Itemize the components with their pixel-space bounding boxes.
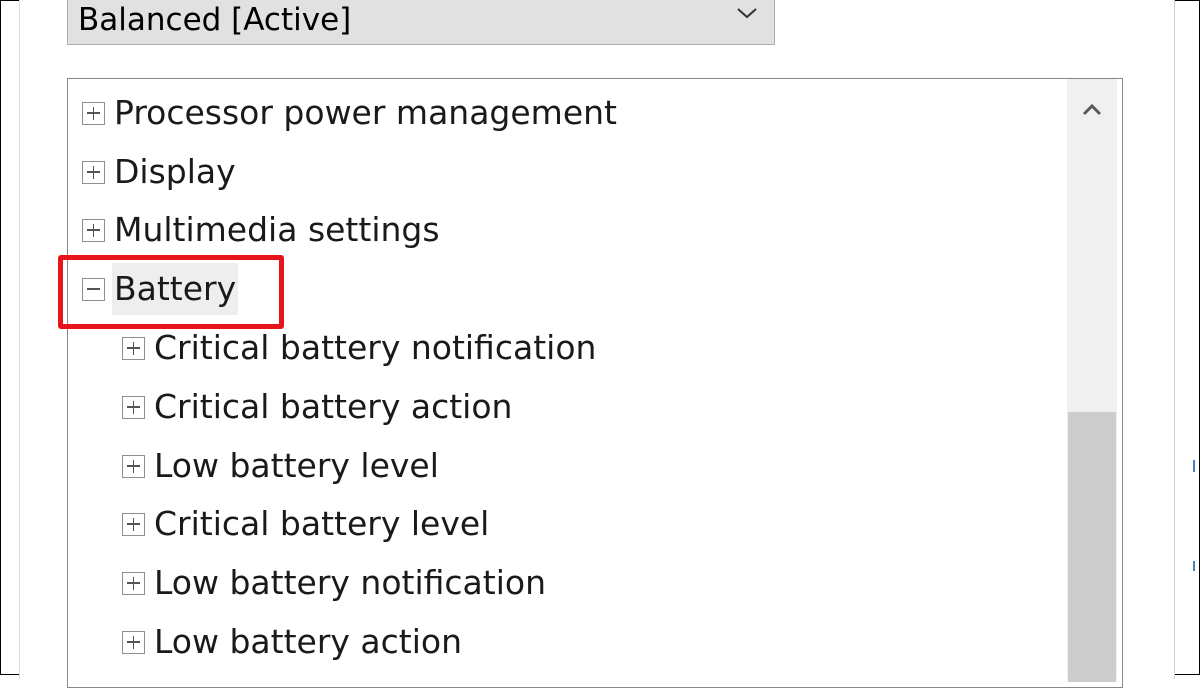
minus-box-icon[interactable]: [82, 277, 105, 301]
plus-box-icon[interactable]: [82, 101, 105, 125]
plus-box-icon[interactable]: [82, 160, 105, 184]
tree-item-label: Low battery action: [154, 622, 462, 661]
tree-item-label: Multimedia settings: [114, 210, 440, 249]
clipped-glyph: [1193, 561, 1195, 571]
plus-box-icon[interactable]: [122, 630, 145, 654]
tree-item-label: Processor power management: [114, 93, 617, 132]
screenshot-frame: Balanced [Active] Processor power manage…: [0, 0, 1200, 688]
tree-item-label: Low battery level: [154, 446, 439, 485]
tree-item-critical-battery-level[interactable]: Critical battery level: [122, 498, 491, 550]
chevron-up-icon: [1082, 103, 1102, 116]
plus-box-icon[interactable]: [122, 571, 145, 595]
tree-item-battery[interactable]: Battery: [82, 263, 239, 315]
tree-item-multimedia-settings[interactable]: Multimedia settings: [82, 204, 442, 256]
power-plan-dropdown[interactable]: Balanced [Active]: [67, 0, 775, 45]
tree-item-label: Critical battery action: [154, 387, 513, 426]
chevron-down-icon[interactable]: [734, 0, 760, 26]
plus-box-icon[interactable]: [122, 454, 145, 478]
tree-item-label: Battery: [112, 263, 239, 315]
vertical-scrollbar[interactable]: [1067, 79, 1117, 682]
scroll-up-button[interactable]: [1067, 79, 1117, 145]
tree-item-processor-power-management[interactable]: Processor power management: [82, 87, 619, 139]
tree-item-critical-battery-notification[interactable]: Critical battery notification: [122, 322, 598, 374]
tree-item-low-battery-notification[interactable]: Low battery notification: [122, 557, 548, 609]
plus-box-icon[interactable]: [122, 395, 145, 419]
tree-item-low-battery-level[interactable]: Low battery level: [122, 440, 441, 492]
tree-item-label: Critical battery notification: [154, 328, 597, 367]
tree-item-critical-battery-action[interactable]: Critical battery action: [122, 381, 514, 433]
scrollbar-thumb[interactable]: [1068, 412, 1116, 682]
tree-item-label: Low battery notification: [154, 563, 546, 602]
clipped-glyph: [1193, 460, 1195, 472]
tree-item-display[interactable]: Display: [82, 146, 238, 198]
plus-box-icon[interactable]: [122, 512, 145, 536]
tree-item-label: Display: [114, 152, 236, 191]
plus-box-icon[interactable]: [122, 336, 145, 360]
power-plan-value: Balanced [Active]: [78, 2, 352, 38]
tree-item-label: Critical battery level: [154, 504, 490, 543]
advanced-settings-tree[interactable]: Processor power management Display Multi…: [67, 78, 1123, 688]
plus-box-icon[interactable]: [82, 218, 105, 242]
tree-item-low-battery-action[interactable]: Low battery action: [122, 616, 464, 668]
